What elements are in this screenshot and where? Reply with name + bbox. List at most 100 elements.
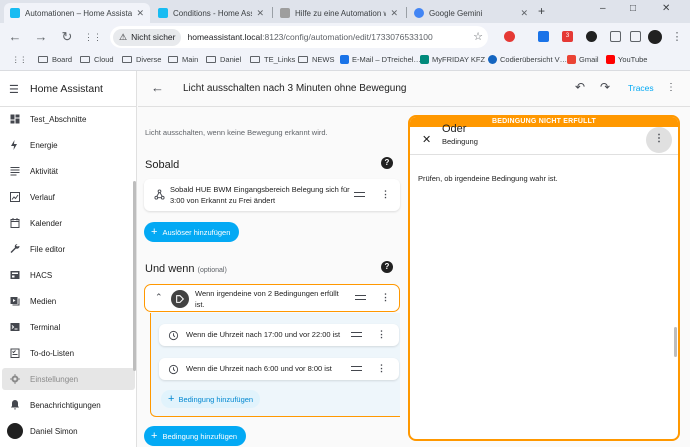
browser-tab-automations[interactable]: Automationen – Home Assistant ✕ [4,3,150,23]
sidebar-item-label: Kalender [30,218,63,228]
forum-favicon-icon [280,8,290,18]
browser-toolbar: ← → ↻ ⋮⋮ ⚠ Nicht sicher homeassistant.lo… [0,23,690,51]
puzzle-icon[interactable] [610,31,621,42]
menu-icon[interactable]: ☰ [9,83,19,96]
bookmark-news[interactable]: NEWS [298,55,335,64]
close-window-button[interactable]: ✕ [662,3,670,14]
extension-icon[interactable] [586,31,597,42]
opera-extension-icon[interactable] [504,31,515,42]
add-condition-button[interactable]: + Bedingung hinzufügen [144,426,247,446]
sub-condition-text: Wenn die Uhrzeit nach 17:00 und vor 22:0… [186,330,341,339]
gemini-favicon-icon [414,8,424,18]
bookmark-codier[interactable]: Codierübersicht V… [488,55,567,64]
drag-handle-icon[interactable] [355,295,366,300]
new-tab-button[interactable]: + [538,4,545,18]
sidebar-item-aktivitaet[interactable]: Aktivität [2,160,135,182]
more-options-icon[interactable]: ⋮ [646,127,672,153]
close-tab-icon[interactable]: ✕ [520,8,528,19]
close-tab-icon[interactable]: ✕ [390,8,398,19]
bookmark-label: Board [52,55,73,64]
close-tab-icon[interactable]: ✕ [136,8,144,19]
cog-icon [8,372,22,386]
youtube-icon [606,55,615,64]
bookmark-gmail[interactable]: Gmail [567,55,599,64]
add-sub-condition-button[interactable]: + Bedingung hinzufügen [161,390,261,408]
minimize-button[interactable]: – [600,3,606,14]
sidebar-item-benachrichtigungen[interactable]: Benachrichtigungen [2,394,135,416]
security-chip[interactable]: ⚠ Nicht sicher [113,28,182,46]
forward-button[interactable]: → [32,28,50,46]
sidebar-user[interactable]: Daniel Simon [2,420,135,442]
bookmark-youtube[interactable]: YouTube [606,55,647,64]
url-text[interactable]: homeassistant.local:8123/config/automati… [187,32,432,42]
sidebar-item-test-abschnitte[interactable]: Test_Abschnitte [2,108,135,130]
bookmark-daniel[interactable]: Daniel [206,55,241,64]
browser-tab-help[interactable]: Hilfe zu eine Automation wa… ✕ [274,3,404,23]
bookmark-label: Cloud [94,55,114,64]
bookmark-star-icon[interactable]: ☆ [473,30,483,43]
browser-tab-gemini[interactable]: Google Gemini ✕ [408,3,534,23]
close-tab-icon[interactable]: ✕ [256,8,264,19]
sidebar-scrollbar[interactable] [133,181,136,371]
help-icon[interactable]: ? [381,157,393,169]
more-options-icon[interactable]: ⋮ [666,82,676,93]
sidebar-item-file-editor[interactable]: File editor [2,238,135,260]
bookmark-cloud[interactable]: Cloud [80,55,114,64]
dialog-scrollbar[interactable] [674,327,677,357]
traces-button[interactable]: Traces [628,83,654,93]
back-button[interactable]: ← [6,28,24,46]
more-options-icon[interactable]: ⋮ [381,189,390,200]
sidebar-item-verlauf[interactable]: Verlauf [2,186,135,208]
trigger-card[interactable]: Sobald HUE BWM Eingangsbereich Belegung … [144,179,400,211]
plus-icon: + [151,430,158,442]
sidebar-item-kalender[interactable]: Kalender [2,212,135,234]
sidebar-item-todo[interactable]: To-do-Listen [2,342,135,364]
bookmark-myfriday[interactable]: MyFRIDAY KFZ [420,55,485,64]
close-icon[interactable]: ✕ [422,133,431,146]
sidebar-item-energie[interactable]: Energie [2,134,135,156]
more-options-icon[interactable]: ⋮ [377,363,386,374]
vw-icon [488,55,497,64]
back-arrow-icon[interactable]: ← [151,80,164,95]
more-options-icon[interactable]: ⋮ [381,292,390,303]
bookmark-te-links[interactable]: TE_Links [250,55,295,64]
sub-conditions-container: Wenn die Uhrzeit nach 17:00 und vor 22:0… [150,313,400,417]
sub-condition-card[interactable]: Wenn die Uhrzeit nach 6:00 und vor 8:00 … [159,358,399,380]
tab-title: Automationen – Home Assistant [25,8,133,18]
bookmark-email[interactable]: E-Mail – DTreichel… [340,55,421,64]
undo-icon[interactable]: ↶ [575,80,585,94]
reload-button[interactable]: ↻ [58,28,76,46]
drag-handle-icon[interactable] [351,366,362,371]
chevron-up-icon[interactable]: ⌃ [155,292,163,303]
drag-handle-icon[interactable] [351,332,362,337]
sidepanel-icon[interactable] [630,31,641,42]
sidebar-item-label: HACS [30,270,53,280]
browser-menu-icon[interactable]: ⋮ [668,28,686,46]
apps-icon[interactable]: ⋮⋮ [84,28,102,46]
sub-condition-card[interactable]: Wenn die Uhrzeit nach 17:00 und vor 22:0… [159,324,399,346]
sidebar-item-einstellungen[interactable]: Einstellungen [2,368,135,390]
redo-icon[interactable]: ↷ [600,80,610,94]
sidebar-item-medien[interactable]: Medien [2,290,135,312]
more-options-icon[interactable]: ⋮ [377,329,386,340]
sidebar-title: Home Assistant [30,83,103,95]
bookmark-main[interactable]: Main [168,55,198,64]
help-icon[interactable]: ? [381,261,393,273]
apps-grid-icon[interactable]: ⋮⋮ [12,55,27,64]
terminal-icon [8,320,22,334]
sidebar-item-hacs[interactable]: HACS [2,264,135,286]
address-bar[interactable]: ⚠ Nicht sicher homeassistant.local:8123/… [110,26,488,48]
browser-tab-conditions[interactable]: Conditions - Home Assistant ✕ [152,3,270,23]
divider [410,154,678,155]
extension-icon[interactable] [538,31,549,42]
profile-avatar[interactable] [648,30,662,44]
drag-handle-icon[interactable] [354,192,365,197]
maximize-button[interactable]: □ [630,3,636,14]
sidebar-item-terminal[interactable]: Terminal [2,316,135,338]
gmail-extension-badge[interactable]: 3 [562,31,573,42]
bookmark-diverse[interactable]: Diverse [122,55,161,64]
or-condition-card[interactable]: ⌃ Wenn irgendeine von 2 Bedingungen erfü… [144,284,400,312]
bookmark-board[interactable]: Board [38,55,72,64]
sidebar-item-label: Aktivität [30,166,59,176]
add-trigger-button[interactable]: + Auslöser hinzufügen [144,222,240,242]
